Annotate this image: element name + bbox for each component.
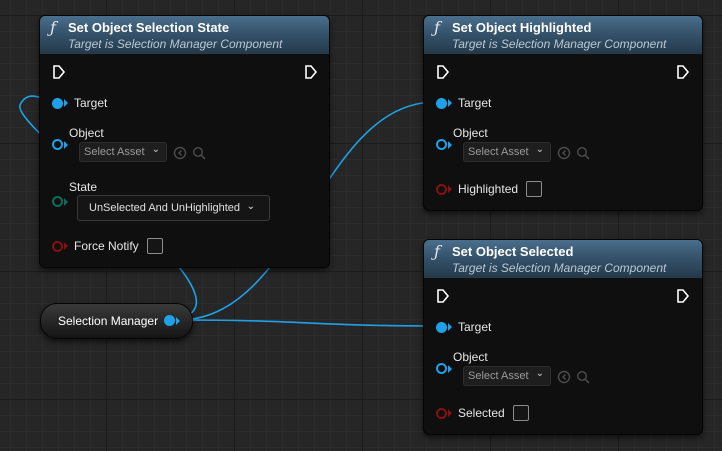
state-pin[interactable]	[52, 196, 68, 207]
object-pin[interactable]	[436, 363, 452, 374]
force-notify-checkbox[interactable]	[146, 238, 163, 254]
node-subtitle: Target is Selection Manager Component	[452, 37, 667, 51]
pin-arrow-icon	[448, 409, 452, 417]
target-pin-row[interactable]: Target	[436, 96, 491, 110]
exec-in-pin[interactable]	[436, 289, 450, 303]
target-pin-row[interactable]: Target	[436, 320, 491, 334]
target-pin-row[interactable]: Target	[52, 96, 107, 110]
object-label: Object	[453, 350, 488, 364]
object-label-row: Object	[436, 126, 488, 140]
highlighted-pin[interactable]	[436, 183, 447, 195]
force-notify-pin[interactable]	[52, 240, 63, 252]
search-icon[interactable]	[192, 146, 206, 160]
selection-manager-variable-node[interactable]: Selection Manager	[40, 303, 193, 339]
highlighted-pin-row[interactable]: Highlighted	[436, 181, 543, 197]
state-pin-spacer	[52, 182, 63, 193]
chevron-down-icon: ⌄	[246, 201, 255, 212]
pin-arrow-icon	[448, 185, 452, 193]
function-icon: ƒ	[50, 18, 56, 37]
state-label-row: State	[52, 180, 97, 194]
pin-arrow-icon	[176, 317, 180, 325]
state-label: State	[69, 180, 98, 194]
search-icon[interactable]	[576, 146, 590, 160]
selected-pin[interactable]	[436, 407, 447, 419]
pin-arrow-icon	[64, 242, 68, 250]
pin-arrow-icon	[64, 140, 68, 149]
function-icon: ƒ	[434, 242, 440, 261]
object-pin-dot[interactable]	[52, 139, 63, 150]
selected-pin-row[interactable]: Selected	[436, 405, 529, 421]
select-asset-dropdown[interactable]: Select Asset ⌄	[463, 142, 551, 162]
node-header[interactable]: ƒ Set Object Selection State Target is S…	[40, 16, 329, 55]
search-icon[interactable]	[576, 370, 590, 384]
function-icon: ƒ	[434, 18, 440, 37]
chevron-down-icon: ⌄	[535, 144, 544, 155]
exec-in-pin[interactable]	[52, 65, 66, 79]
object-pin-spacer	[52, 128, 63, 139]
select-asset-text: Select Asset	[84, 146, 145, 158]
node-title: Set Object Selection State	[68, 20, 230, 35]
target-pin[interactable]	[436, 321, 447, 333]
target-pin[interactable]	[52, 97, 63, 109]
exec-out-pin[interactable]	[676, 289, 690, 303]
target-label: Target	[458, 96, 492, 110]
highlighted-checkbox[interactable]	[526, 181, 543, 197]
selected-checkbox[interactable]	[512, 405, 529, 421]
object-label-row: Object	[436, 350, 488, 364]
node-subtitle: Target is Selection Manager Component	[452, 261, 667, 275]
target-label: Target	[458, 320, 492, 334]
force-notify-pin-row[interactable]: Force Notify	[52, 238, 163, 254]
pin-arrow-icon	[64, 99, 68, 107]
browse-to-asset-icon[interactable]	[557, 146, 571, 160]
object-pin-spacer	[436, 352, 447, 363]
target-label: Target	[74, 96, 108, 110]
browse-to-asset-icon[interactable]	[173, 146, 187, 160]
state-value: UnSelected And UnHighlighted	[89, 202, 241, 214]
exec-out-pin[interactable]	[304, 65, 318, 79]
exec-out-pin[interactable]	[676, 65, 690, 79]
select-asset-text: Select Asset	[468, 370, 529, 382]
object-pin-row[interactable]: Object	[52, 126, 104, 140]
select-asset-dropdown[interactable]: Select Asset ⌄	[463, 366, 551, 386]
wire-to-selected-target	[181, 319, 437, 327]
variable-output-pin[interactable]	[164, 315, 175, 326]
state-enum-dropdown[interactable]: UnSelected And UnHighlighted ⌄	[77, 195, 270, 221]
object-label: Object	[453, 126, 488, 140]
object-pin-spacer	[436, 128, 447, 139]
node-subtitle: Target is Selection Manager Component	[68, 37, 283, 51]
object-label: Object	[69, 126, 104, 140]
object-pin[interactable]	[436, 139, 452, 150]
node-title: Set Object Selected	[452, 244, 574, 259]
variable-label: Selection Manager	[58, 314, 159, 328]
object-pin-dot[interactable]	[436, 139, 447, 150]
force-notify-label: Force Notify	[74, 239, 139, 253]
node-title: Set Object Highlighted	[452, 20, 592, 35]
exec-in-pin[interactable]	[436, 65, 450, 79]
pin-arrow-icon	[448, 364, 452, 373]
pin-arrow-icon	[64, 197, 68, 206]
set-object-selection-state-node[interactable]: ƒ Set Object Selection State Target is S…	[39, 15, 330, 268]
object-pin[interactable]	[52, 139, 68, 150]
set-object-selected-node[interactable]: ƒ Set Object Selected Target is Selectio…	[423, 239, 703, 435]
node-header[interactable]: ƒ Set Object Highlighted Target is Selec…	[424, 16, 702, 55]
chevron-down-icon: ⌄	[535, 368, 544, 379]
pin-arrow-icon	[448, 323, 452, 331]
target-pin[interactable]	[436, 97, 447, 109]
browse-to-asset-icon[interactable]	[557, 370, 571, 384]
highlighted-label: Highlighted	[458, 182, 519, 196]
select-asset-text: Select Asset	[468, 146, 529, 158]
object-pin-dot[interactable]	[436, 363, 447, 374]
pin-arrow-icon	[448, 140, 452, 149]
select-asset-dropdown[interactable]: Select Asset ⌄	[79, 142, 167, 162]
chevron-down-icon: ⌄	[151, 144, 160, 155]
selected-label: Selected	[458, 406, 505, 420]
pin-arrow-icon	[448, 99, 452, 107]
set-object-highlighted-node[interactable]: ƒ Set Object Highlighted Target is Selec…	[423, 15, 703, 211]
node-header[interactable]: ƒ Set Object Selected Target is Selectio…	[424, 240, 702, 279]
state-pin-dot[interactable]	[52, 196, 63, 207]
